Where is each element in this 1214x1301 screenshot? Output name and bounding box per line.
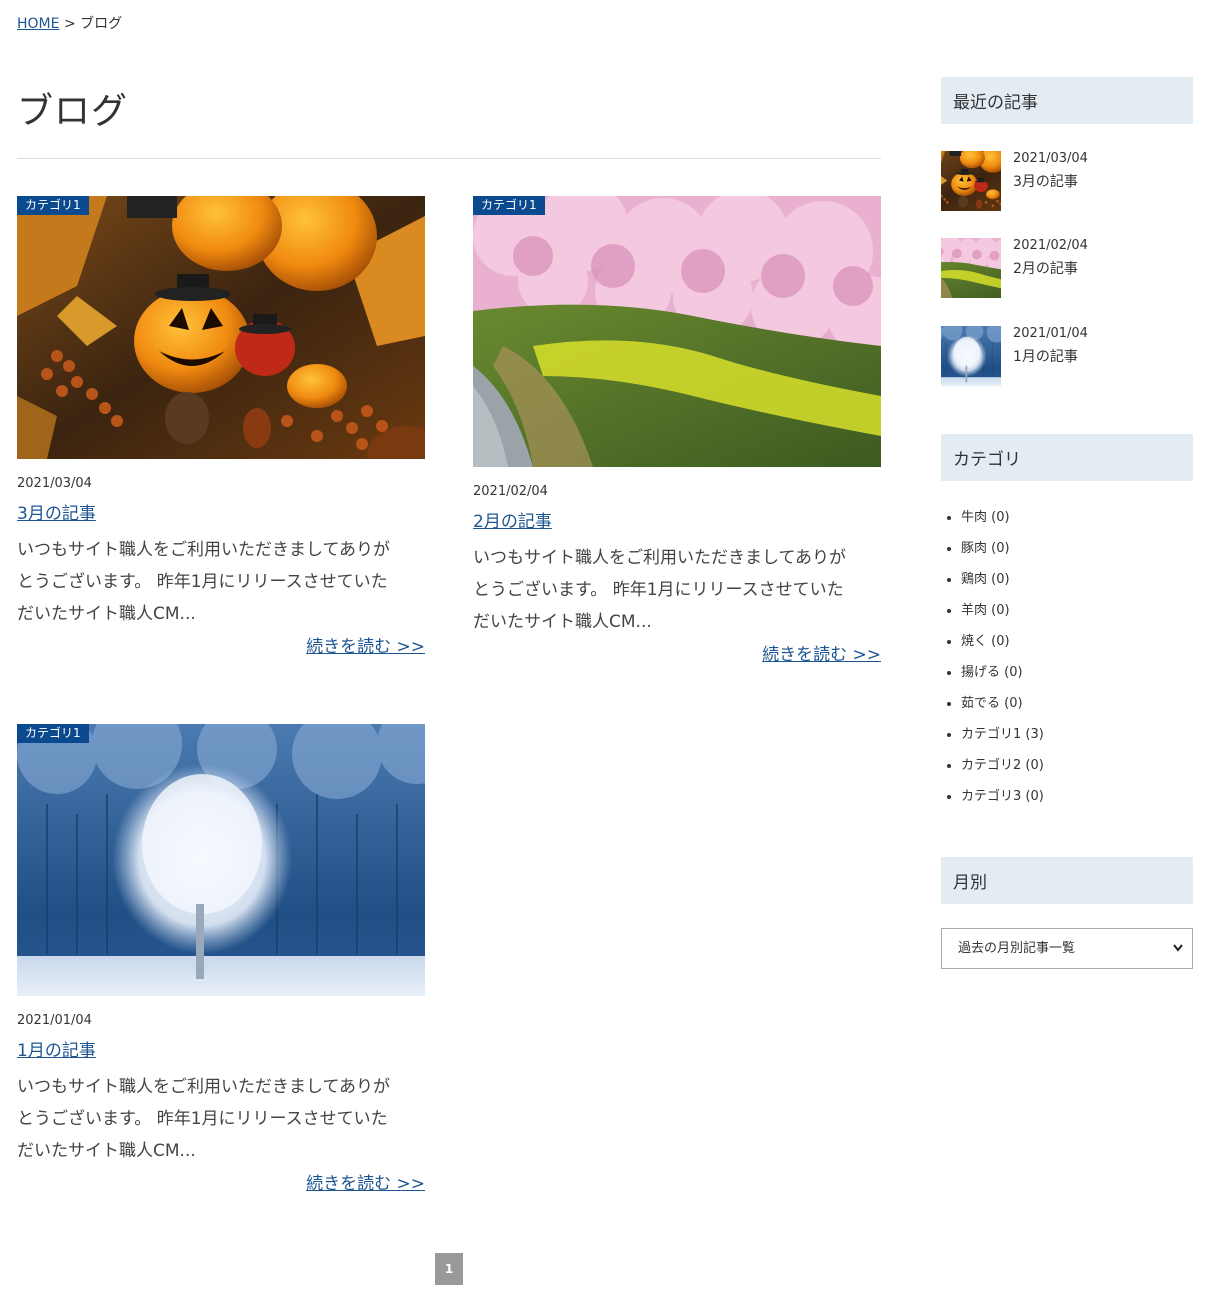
breadcrumb-current: ブログ	[80, 16, 123, 32]
monthly-heading: 月別	[941, 857, 1193, 904]
post-card: カテゴリ1 2021/03/04 3月の記事 いつもサイト職人をご利用いただきま…	[17, 196, 425, 657]
monthly-archive-select[interactable]: 過去の月別記事一覧	[941, 928, 1193, 969]
post-thumbnail[interactable]: カテゴリ1	[17, 724, 425, 996]
post-excerpt: いつもサイト職人をご利用いただきましてありが とうございます。 昨年1月にリリー…	[473, 542, 881, 638]
category-item[interactable]: カテゴリ1 (3)	[961, 723, 1044, 754]
breadcrumb-home-link[interactable]: HOME	[17, 16, 59, 32]
chevron-down-icon	[1172, 929, 1184, 984]
halloween-pumpkins-image	[17, 196, 425, 459]
category-item[interactable]: 揚げる (0)	[961, 661, 1044, 692]
read-more: 続きを読む >>	[17, 632, 425, 657]
recent-post-item[interactable]: 2021/01/04 1月の記事	[941, 326, 1193, 386]
recent-post-title[interactable]: 2月の記事	[1013, 258, 1078, 278]
recent-post-item[interactable]: 2021/03/04 3月の記事	[941, 151, 1193, 211]
post-title-link[interactable]: 2月の記事	[473, 507, 552, 532]
post-title-link[interactable]: 1月の記事	[17, 1036, 96, 1061]
post-date: 2021/02/04	[473, 484, 548, 499]
cherry-blossoms-image	[473, 196, 881, 467]
recent-post-date: 2021/01/04	[1013, 326, 1088, 341]
category-heading: カテゴリ	[941, 434, 1193, 481]
post-card: カテゴリ1 2021/02/04 2月の記事 いつもサイト職人をご利用いただきま…	[473, 196, 881, 665]
excerpt-line: だいたサイト職人CM...	[473, 612, 652, 632]
category-item[interactable]: 牛肉 (0)	[961, 506, 1044, 537]
excerpt-line: とうございます。 昨年1月にリリースさせていた	[17, 1109, 388, 1129]
excerpt-line: とうございます。 昨年1月にリリースさせていた	[17, 572, 388, 592]
read-more: 続きを読む >>	[17, 1169, 425, 1194]
read-more-link[interactable]: 続きを読む >>	[306, 1174, 425, 1194]
category-item[interactable]: 焼く (0)	[961, 630, 1044, 661]
excerpt-line: だいたサイト職人CM...	[17, 1141, 196, 1161]
recent-post-title[interactable]: 3月の記事	[1013, 171, 1078, 191]
excerpt-line: だいたサイト職人CM...	[17, 604, 196, 624]
pagination-current-page[interactable]: 1	[435, 1253, 463, 1285]
recent-post-date: 2021/02/04	[1013, 238, 1088, 253]
monthly-select-value: 過去の月別記事一覧	[958, 941, 1076, 956]
category-list: 牛肉 (0) 豚肉 (0) 鶏肉 (0) 羊肉 (0) 焼く (0) 揚げる (…	[961, 506, 1044, 816]
excerpt-line: とうございます。 昨年1月にリリースさせていた	[473, 580, 844, 600]
cherry-blossoms-image	[941, 238, 1001, 298]
category-badge: カテゴリ1	[473, 196, 545, 215]
category-item[interactable]: 茹でる (0)	[961, 692, 1044, 723]
category-badge: カテゴリ1	[17, 196, 89, 215]
category-item[interactable]: 豚肉 (0)	[961, 537, 1044, 568]
category-item[interactable]: カテゴリ2 (0)	[961, 754, 1044, 785]
frosted-tree-image	[941, 326, 1001, 386]
page-title: ブログ	[17, 91, 129, 132]
post-title-link[interactable]: 3月の記事	[17, 499, 96, 524]
breadcrumb-separator: >	[63, 16, 76, 32]
category-item[interactable]: カテゴリ3 (0)	[961, 785, 1044, 816]
recent-post-item[interactable]: 2021/02/04 2月の記事	[941, 238, 1193, 298]
recent-posts-heading: 最近の記事	[941, 77, 1193, 124]
category-badge: カテゴリ1	[17, 724, 89, 743]
post-card: カテゴリ1 2021/01/04 1月の記事 いつもサイト職人をご利用いただきま…	[17, 724, 425, 1194]
post-thumbnail[interactable]: カテゴリ1	[17, 196, 425, 459]
post-date: 2021/01/04	[17, 1013, 92, 1028]
recent-post-title[interactable]: 1月の記事	[1013, 346, 1078, 366]
title-divider	[17, 158, 881, 159]
post-thumbnail[interactable]: カテゴリ1	[473, 196, 881, 467]
recent-post-thumbnail[interactable]	[941, 151, 1001, 211]
post-excerpt: いつもサイト職人をご利用いただきましてありが とうございます。 昨年1月にリリー…	[17, 534, 425, 630]
breadcrumb: HOME > ブログ	[17, 13, 122, 33]
read-more-link[interactable]: 続きを読む >>	[306, 637, 425, 657]
category-item[interactable]: 羊肉 (0)	[961, 599, 1044, 630]
category-item[interactable]: 鶏肉 (0)	[961, 568, 1044, 599]
recent-post-thumbnail[interactable]	[941, 326, 1001, 386]
excerpt-line: いつもサイト職人をご利用いただきましてありが	[473, 548, 846, 568]
recent-post-thumbnail[interactable]	[941, 238, 1001, 298]
excerpt-line: いつもサイト職人をご利用いただきましてありが	[17, 1077, 390, 1097]
read-more-link[interactable]: 続きを読む >>	[762, 645, 881, 665]
read-more: 続きを読む >>	[473, 640, 881, 665]
post-excerpt: いつもサイト職人をご利用いただきましてありが とうございます。 昨年1月にリリー…	[17, 1071, 425, 1167]
halloween-pumpkins-image	[941, 151, 1001, 211]
recent-post-date: 2021/03/04	[1013, 151, 1088, 166]
excerpt-line: いつもサイト職人をご利用いただきましてありが	[17, 540, 390, 560]
post-date: 2021/03/04	[17, 476, 92, 491]
frosted-tree-image	[17, 724, 425, 996]
